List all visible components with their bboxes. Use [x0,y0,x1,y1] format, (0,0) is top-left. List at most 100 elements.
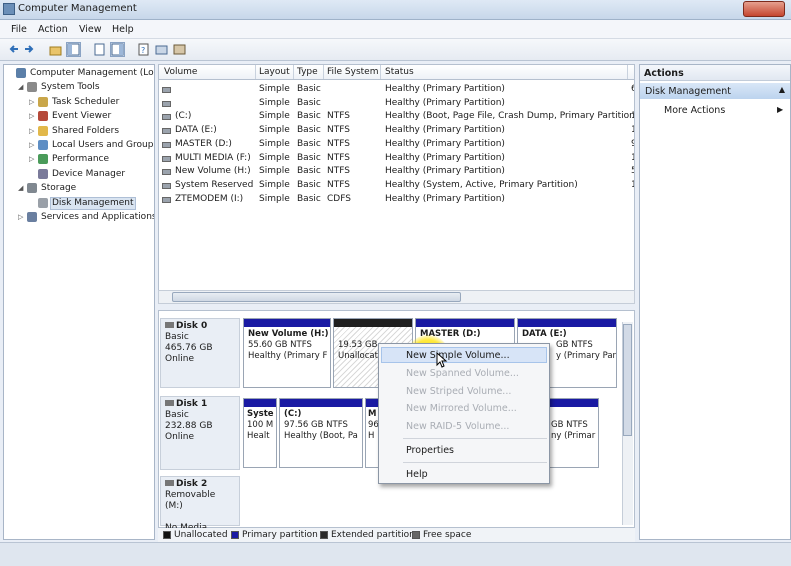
partition-size: 55.60 GB NTFS [248,340,312,350]
cell-volume: (C:) [175,111,192,122]
cell-volume: ZTEMODEM (I:) [175,193,244,204]
collapse-icon[interactable]: ◢ [18,182,25,195]
event-viewer-icon [38,111,48,122]
tree-item-performance[interactable]: ▷ Performance [4,153,154,166]
expand-icon[interactable]: ▷ [29,139,36,152]
column-type[interactable]: Type [297,67,318,77]
disk-0-name: Disk 0 [176,321,208,331]
show-hide-console-tree-icon[interactable] [66,42,81,57]
users-icon [38,140,48,150]
menu-action[interactable]: Action [38,24,68,35]
partition-c[interactable]: (C:) 97.56 GB NTFS Healthy (Boot, Pa [279,398,363,468]
expand-icon[interactable]: ▷ [29,96,36,109]
device-manager-icon [38,168,48,179]
expand-icon[interactable]: ▷ [29,110,36,123]
cell-capacity: 1 [631,111,634,121]
cell-layout: Simple [259,152,290,163]
vertical-scroll-thumb[interactable] [623,324,632,436]
tree-item-system-tools[interactable]: ◢ System Tools [4,81,154,94]
disk-0-label[interactable]: Disk 0 Basic 465.76 GB Online [160,318,240,388]
expand-icon[interactable]: ▷ [29,153,36,166]
tree-item-task-scheduler[interactable]: ▷ Task Scheduler [4,96,154,109]
cell-status: Healthy (System, Active, Primary Partiti… [385,179,578,190]
expand-icon[interactable]: ▷ [18,211,25,224]
settings-icon[interactable] [172,42,187,57]
tree-item-label: Disk Management [52,197,134,208]
cell-type: Basic [297,111,321,122]
cell-status: Healthy (Primary Partition) [385,152,505,163]
show-action-pane-icon[interactable] [110,42,125,57]
table-row[interactable]: MASTER (D:) Simple Basic NTFS Healthy (Prima… [159,138,634,152]
cell-layout: Simple [259,166,290,177]
cell-status: Healthy (Primary Partition) [385,84,505,94]
tree-item-storage[interactable]: ◢ Storage [4,182,154,195]
table-row[interactable]: System Reserved Simple Basic NTFS Healthy (S… [159,179,634,193]
volume-icon [162,141,171,148]
volume-icon [162,196,171,203]
partition-new-volume-disk1[interactable]: GB NTFS ny (Primar [549,398,599,468]
tree-item-disk-management[interactable]: Disk Management [4,196,154,210]
menu-view[interactable]: View [79,24,102,35]
table-row[interactable]: New Volume (H:) Simple Basic NTFS Healthy (P… [159,165,634,179]
table-row[interactable]: (C:) Simple Basic NTFS Healthy (Boot, Page F… [159,110,634,124]
horizontal-scroll-thumb[interactable] [172,292,461,302]
table-row[interactable]: Simple Basic Healthy (Primary Partition) 6 [159,83,634,97]
expand-icon[interactable]: ▷ [29,125,36,138]
new-spanned-volume: New Spanned Volume... [406,368,519,379]
tree-item-device-manager[interactable]: Device Manager [4,168,154,181]
tree-item-event-viewer[interactable]: ▷ Event Viewer [4,110,154,123]
collapse-icon[interactable]: ▲ [779,85,785,94]
cell-file-system: NTFS [327,138,350,149]
disk-icon [165,480,174,486]
partition-size: 97.56 GB NTFS [284,420,348,430]
help-item[interactable]: Help [406,469,428,480]
table-row[interactable]: DATA (E:) Simple Basic NTFS Healthy (Primary… [159,124,634,138]
up-folder-icon[interactable] [48,42,63,57]
tree-item-services-and-applications[interactable]: ▷ Services and Applications [4,211,154,224]
partition-name: DATA (E:) [522,329,567,339]
table-row[interactable]: MULTI MEDIA (F:) Simple Basic NTFS Healthy (… [159,152,634,166]
back-icon[interactable] [6,42,21,57]
new-simple-volume[interactable]: New Simple Volume... [406,350,510,361]
tree-item-shared-folders[interactable]: ▷ Shared Folders [4,125,154,138]
forward-icon[interactable] [22,42,37,57]
partition-name: (C:) [284,409,302,419]
partition-system-reserved[interactable]: Syste 100 M Healt [243,398,277,468]
disk-2-type: Removable (M:) [165,490,216,511]
help-icon[interactable]: ? [136,42,151,57]
performance-icon [38,154,48,165]
cell-file-system: NTFS [327,166,350,177]
tree-item-label: Local Users and Groups [52,140,155,150]
partition-new-volume-h[interactable]: New Volume (H:) 55.60 GB NTFS Healthy (P… [243,318,331,388]
legend-free: Free space [423,530,472,540]
connect-icon[interactable] [154,42,169,57]
context-menu: New Simple Volume... New Spanned Volume.… [378,343,550,484]
tree-item-computer-management-local[interactable]: Computer Management (Local [4,67,154,80]
chevron-right-icon[interactable]: ▶ [777,105,783,114]
column-status[interactable]: Status [385,67,414,77]
properties-item[interactable]: Properties [406,445,454,456]
properties-icon[interactable] [92,42,107,57]
column-volume[interactable]: Volume [164,67,197,77]
more-actions[interactable]: More Actions [664,105,725,116]
table-row[interactable]: Simple Basic Healthy (Primary Partition) [159,97,634,111]
column-layout[interactable]: Layout [259,67,290,77]
close-button[interactable] [743,1,785,17]
partition-multi-media[interactable]: M 96 H [365,398,379,468]
cell-type: Basic [297,179,321,190]
tree-item-local-users-and-groups[interactable]: ▷ Local Users and Groups [4,139,154,152]
tree-item-label: Storage [41,183,77,194]
menu-help[interactable]: Help [112,24,134,35]
volume-icon [162,128,171,135]
table-row[interactable]: ZTEMODEM (I:) Simple Basic CDFS Healthy (Pri… [159,193,634,207]
tree-item-label: Computer Management (Local [30,68,155,78]
menu-file[interactable]: File [11,24,27,35]
disk-2-label[interactable]: Disk 2 Removable (M:) No Media [160,476,240,533]
tools-icon [27,82,37,93]
partition-size: 100 M [247,420,274,430]
cell-type: Basic [297,97,321,108]
disk-1-label[interactable]: Disk 1 Basic 232.88 GB Online [160,396,240,470]
collapse-icon[interactable]: ◢ [18,81,25,94]
actions-disk-management[interactable]: Disk Management ▲ [640,83,790,99]
column-file-system[interactable]: File System [327,67,378,77]
